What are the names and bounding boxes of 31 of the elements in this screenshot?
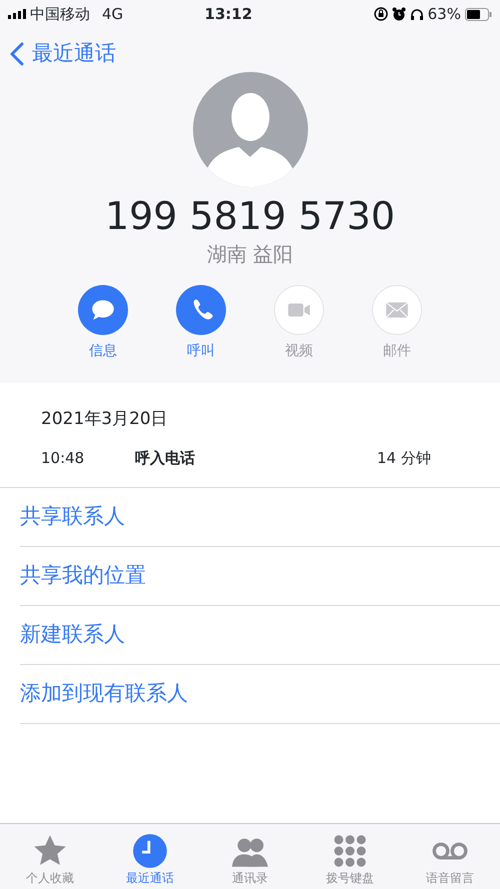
network-type: 4G xyxy=(102,4,124,25)
avatar-icon xyxy=(192,72,308,187)
rotation-lock-icon xyxy=(374,7,388,21)
clock-icon xyxy=(132,833,168,869)
keypad-icon xyxy=(332,833,368,869)
menu-link[interactable]: 共享联系人 xyxy=(20,488,500,547)
menu-link[interactable]: 新建联系人 xyxy=(20,606,500,665)
battery-icon xyxy=(464,8,492,20)
call-duration: 14 分钟 xyxy=(377,448,431,468)
call-type: 呼入电话 xyxy=(135,448,196,468)
headphones-icon xyxy=(410,7,424,21)
carrier-name: 中国移动 xyxy=(30,4,90,25)
tab-bar-item[interactable]: 个人收藏 xyxy=(0,824,100,889)
battery-percent: 63% xyxy=(428,4,461,25)
signal-icon xyxy=(8,9,26,19)
caller-location: 湖南 益阳 xyxy=(206,241,294,268)
phone-number: 199 5819 5730 xyxy=(104,197,396,235)
tab-bar-item[interactable]: 通讯录 xyxy=(200,824,300,889)
back-link[interactable]: 最近通话 xyxy=(0,28,116,80)
tab-bar-item[interactable]: 语音留言 xyxy=(400,824,500,889)
status-time: 13:12 xyxy=(204,4,252,25)
back-chevron-icon xyxy=(10,42,24,66)
tab-bar-item[interactable]: 拨号键盘 xyxy=(300,824,400,889)
tab-bar-item[interactable]: 最近通话 xyxy=(100,824,200,889)
call-date: 2021年3月20日 xyxy=(41,408,169,431)
menu-link[interactable]: 添加到现有联系人 xyxy=(20,665,500,724)
action-button[interactable]: 呼叫 xyxy=(152,285,250,362)
menu-link[interactable]: 共享我的位置 xyxy=(20,547,500,606)
call-time: 10:48 xyxy=(41,448,86,468)
alarm-icon xyxy=(392,7,406,21)
action-button[interactable]: 信息 xyxy=(54,285,152,362)
